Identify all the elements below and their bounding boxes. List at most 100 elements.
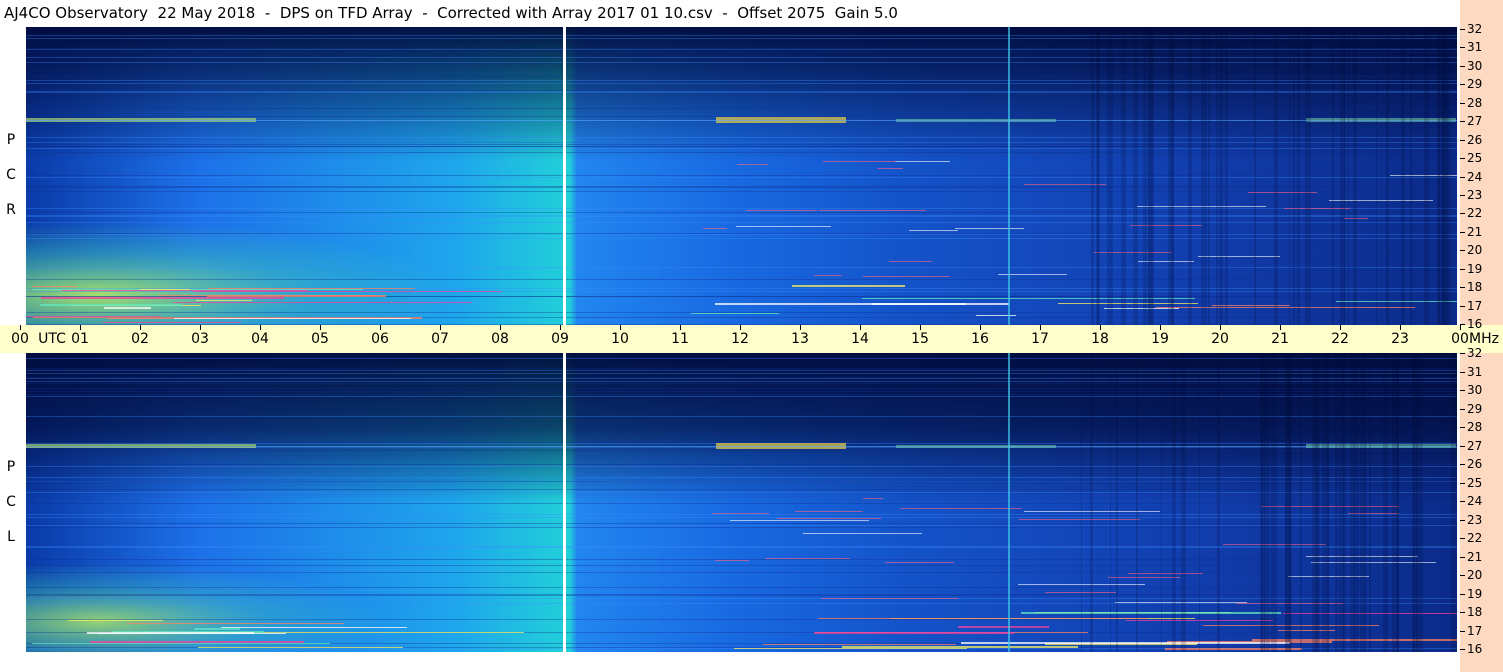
spectral-band bbox=[26, 477, 1457, 478]
time-tick bbox=[980, 325, 981, 330]
time-tick-label: 10 bbox=[611, 331, 629, 347]
spectral-band bbox=[26, 368, 1457, 369]
spectral-band bbox=[1300, 353, 1302, 652]
spectral-band bbox=[1348, 27, 1349, 325]
spectral-band bbox=[1198, 256, 1280, 257]
spectral-band bbox=[26, 450, 1457, 451]
freq-tick bbox=[1460, 630, 1465, 632]
freq-tick bbox=[1460, 501, 1465, 502]
spectral-band bbox=[26, 503, 1457, 504]
spectral-band bbox=[819, 210, 926, 211]
spectral-band bbox=[1107, 27, 1113, 325]
spectral-band bbox=[26, 525, 1457, 526]
spectral-band bbox=[26, 148, 1457, 149]
spectral-band bbox=[33, 317, 106, 318]
spectral-band bbox=[26, 212, 1457, 213]
spectral-band bbox=[1322, 353, 1323, 652]
spectral-band bbox=[895, 161, 950, 162]
spectral-band bbox=[26, 76, 1457, 77]
spectral-band bbox=[26, 92, 1457, 93]
spectral-band bbox=[41, 297, 284, 299]
title-bar: AJ4CO Observatory 22 May 2018 - DPS on T… bbox=[0, 0, 1460, 26]
spectral-band bbox=[26, 186, 1457, 187]
spectral-band bbox=[691, 313, 779, 314]
spectral-band bbox=[26, 546, 1457, 547]
spectral-band bbox=[26, 383, 1457, 384]
freq-tick bbox=[1460, 287, 1465, 289]
spectral-band bbox=[26, 388, 1457, 389]
spectral-band bbox=[26, 91, 1457, 92]
spectral-band bbox=[889, 261, 932, 262]
freq-tick bbox=[1460, 593, 1465, 595]
lcp-heatmap bbox=[26, 353, 1457, 652]
freq-tick-label: 31 bbox=[1467, 364, 1483, 379]
spectral-band bbox=[1045, 592, 1116, 593]
freq-tick bbox=[1460, 121, 1465, 123]
top-panel-label-p: P bbox=[6, 132, 16, 148]
time-tick bbox=[680, 325, 681, 330]
spectral-band bbox=[26, 222, 1457, 223]
freq-tick-label: 21 bbox=[1467, 549, 1483, 564]
spectral-band bbox=[26, 80, 1457, 81]
spectral-band bbox=[196, 300, 252, 301]
freq-tick bbox=[1460, 649, 1465, 650]
spectral-band bbox=[208, 288, 415, 289]
spectral-band bbox=[1116, 353, 1118, 652]
spectral-band bbox=[1312, 353, 1318, 652]
freq-tick-label: 22 bbox=[1467, 206, 1483, 221]
spectral-band bbox=[1383, 353, 1388, 652]
spectral-band bbox=[26, 370, 1457, 371]
bottom-panel-label-p: P bbox=[6, 459, 16, 475]
spectral-band bbox=[103, 322, 241, 323]
freq-tick-label: 27 bbox=[1467, 114, 1483, 129]
time-tick bbox=[140, 325, 141, 330]
spectral-band bbox=[1143, 27, 1147, 325]
spectral-band bbox=[1108, 577, 1180, 578]
spectral-band bbox=[1353, 27, 1357, 325]
spectral-band bbox=[730, 520, 869, 521]
spectral-band bbox=[26, 396, 1457, 397]
spectral-band bbox=[1091, 27, 1094, 325]
freq-tick bbox=[1460, 371, 1465, 373]
spectral-band bbox=[1424, 27, 1429, 325]
freq-tick-label: 19 bbox=[1467, 586, 1483, 601]
freq-tick-label: 18 bbox=[1467, 605, 1483, 619]
spectral-band bbox=[1254, 27, 1256, 325]
spectral-band bbox=[1202, 27, 1207, 325]
time-tick bbox=[500, 325, 501, 330]
freq-tick bbox=[1460, 84, 1465, 86]
spectral-band bbox=[26, 587, 1457, 588]
spectral-band bbox=[1397, 353, 1399, 652]
spectral-band bbox=[104, 307, 151, 309]
time-tick bbox=[1040, 325, 1041, 330]
freq-tick-label: 30 bbox=[1467, 58, 1483, 73]
spectral-band bbox=[1208, 27, 1210, 325]
time-tick bbox=[380, 325, 381, 330]
freq-tick-label: 25 bbox=[1467, 475, 1483, 490]
spectral-band bbox=[818, 618, 1148, 619]
spectral-band bbox=[1260, 353, 1263, 652]
time-tick bbox=[1460, 325, 1461, 330]
spectral-band bbox=[1058, 303, 1198, 304]
spectral-band bbox=[1343, 353, 1346, 652]
spectral-band bbox=[62, 290, 308, 291]
freq-tick bbox=[1460, 519, 1465, 521]
spectral-band bbox=[1340, 27, 1345, 325]
time-tick-label: 07 bbox=[431, 331, 449, 347]
spectral-band bbox=[1148, 27, 1153, 325]
spectral-band bbox=[26, 377, 1457, 378]
spectral-band bbox=[792, 285, 905, 287]
spectral-band bbox=[955, 228, 1024, 229]
time-tick-label: 18 bbox=[1091, 331, 1109, 347]
time-tick bbox=[80, 325, 81, 330]
time-tick bbox=[1220, 325, 1221, 330]
spectral-band bbox=[26, 52, 1457, 53]
spectral-band bbox=[26, 394, 1457, 395]
freq-tick bbox=[1460, 427, 1465, 428]
spectral-band bbox=[1305, 27, 1311, 325]
time-tick bbox=[440, 325, 441, 330]
spectral-band bbox=[1021, 612, 1281, 614]
time-tick-label: 08 bbox=[491, 331, 509, 347]
time-tick bbox=[260, 325, 261, 330]
freq-tick bbox=[1460, 213, 1465, 215]
